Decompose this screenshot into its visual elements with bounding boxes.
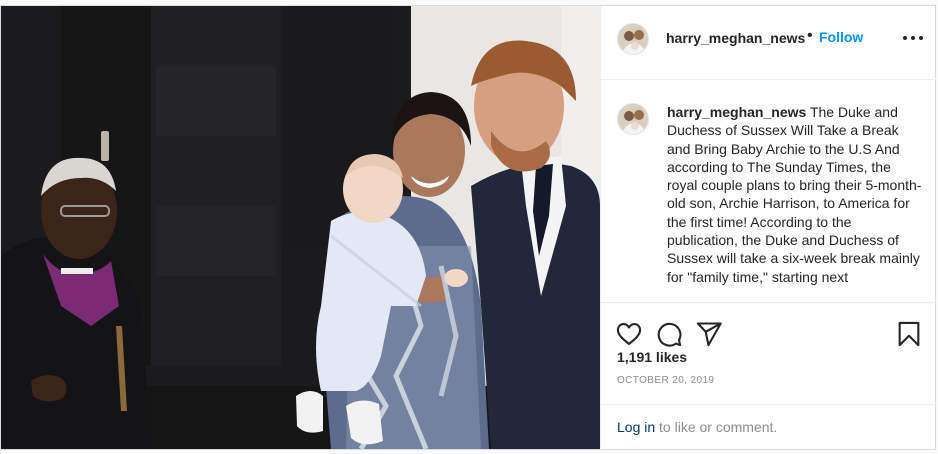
avatar-image — [618, 104, 648, 134]
like-count[interactable]: 1,191 likes — [617, 349, 687, 365]
post-side-panel: harry_meghan_news • Follow harry_meghan_… — [600, 6, 936, 449]
login-prompt-text: to like or comment. — [655, 419, 778, 435]
bookmark-icon[interactable] — [895, 320, 923, 348]
more-options-icon[interactable] — [901, 31, 925, 45]
caption-area: harry_meghan_news The Duke and Duchess o… — [601, 81, 936, 303]
post-date[interactable]: OCTOBER 20, 2019 — [617, 375, 714, 386]
post-caption: harry_meghan_news The Duke and Duchess o… — [667, 103, 925, 286]
photo-illustration — [1, 6, 600, 449]
login-prompt: Log in to like or comment. — [617, 419, 777, 435]
follow-button[interactable]: Follow — [819, 29, 863, 45]
username-link[interactable]: harry_meghan_news — [666, 30, 805, 46]
separator-dot: • — [807, 27, 813, 44]
share-icon[interactable] — [695, 320, 723, 348]
instagram-post: harry_meghan_news • Follow harry_meghan_… — [0, 5, 936, 450]
post-header: harry_meghan_news • Follow — [601, 6, 936, 80]
caption-avatar[interactable] — [617, 103, 649, 135]
comment-icon[interactable] — [655, 320, 683, 348]
caption-text: The Duke and Duchess of Sussex Will Take… — [667, 104, 922, 285]
post-photo[interactable] — [1, 6, 600, 449]
avatar-image — [618, 24, 648, 54]
login-link[interactable]: Log in — [617, 419, 655, 435]
avatar[interactable] — [617, 23, 649, 55]
caption-username-link[interactable]: harry_meghan_news — [667, 104, 806, 120]
heart-icon[interactable] — [615, 320, 643, 348]
comment-login-bar: Log in to like or comment. — [601, 404, 936, 449]
